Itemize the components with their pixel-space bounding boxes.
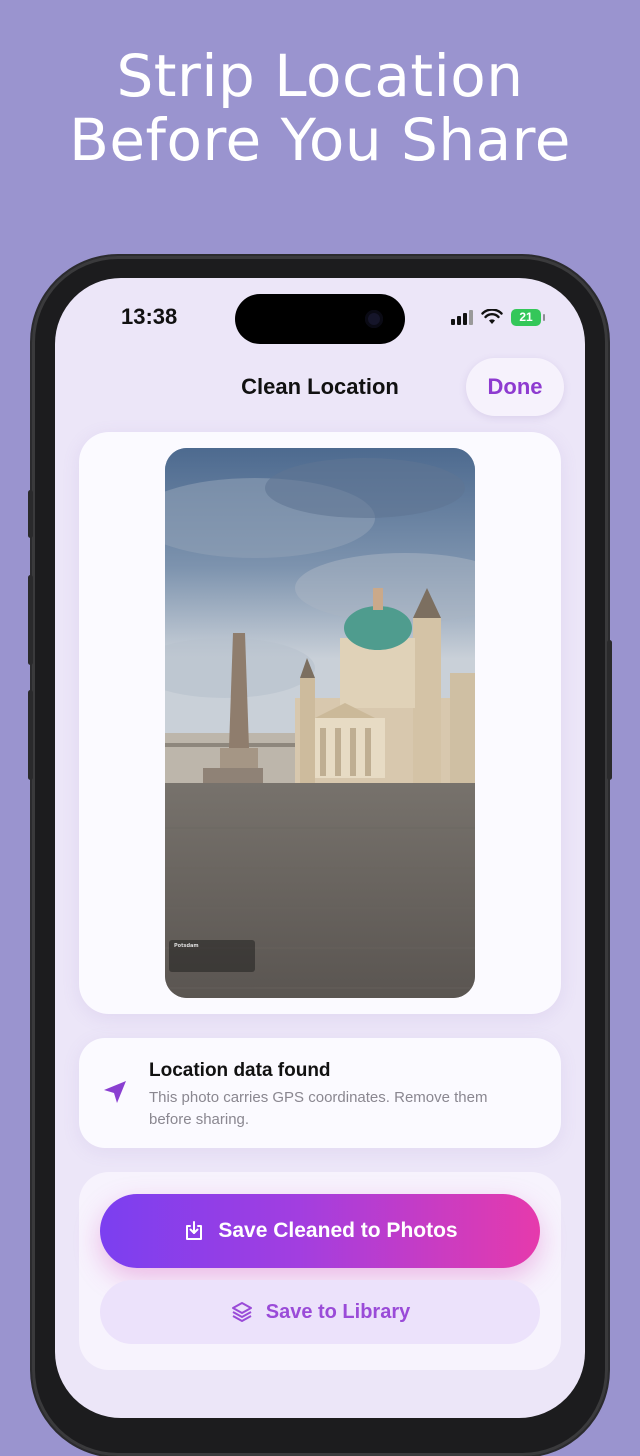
photo-preview[interactable]: Potsdam [165,448,475,998]
location-arrow-icon [104,1081,126,1103]
save-to-library-button[interactable]: Save to Library [100,1280,540,1344]
camera-icon [365,310,383,328]
save-cleaned-label: Save Cleaned to Photos [218,1219,458,1242]
location-notice-card: Location data found This photo carries G… [79,1038,561,1148]
save-download-icon [186,1221,203,1240]
phone-power-button [607,640,612,780]
layers-stack-icon [231,1302,252,1322]
overlay-city: Potsdam [174,943,199,949]
headline: Strip Location Before You Share [0,44,640,172]
save-to-library-label: Save to Library [265,1300,411,1323]
wifi-icon [481,309,503,324]
actions-card: Save Cleaned to Photos Save to Library [79,1172,561,1370]
photo-card: Potsdam [79,432,561,1014]
status-icons: 21 [451,307,545,327]
status-time: 13:38 [121,304,178,329]
dynamic-island [235,294,405,344]
phone-volume-down [28,690,33,780]
photo-scene [165,448,475,998]
cellular-signal-icon [451,309,473,325]
headline-line-2: Before You Share [69,106,571,174]
phone-screen: 13:38 21 Clean Location Done Potsdam Loc… [55,278,585,1418]
battery-icon: 21 [511,308,545,326]
location-notice-title: Location data found [149,1060,331,1081]
phone-volume-up [28,575,33,665]
save-cleaned-to-photos-button[interactable]: Save Cleaned to Photos [100,1194,540,1268]
headline-line-1: Strip Location [116,42,524,110]
done-button[interactable]: Done [466,358,564,416]
phone-side-button [28,490,33,538]
photo-metadata-overlay: Potsdam [169,940,255,972]
location-notice-description: This photo carries GPS coordinates. Remo… [149,1089,488,1128]
